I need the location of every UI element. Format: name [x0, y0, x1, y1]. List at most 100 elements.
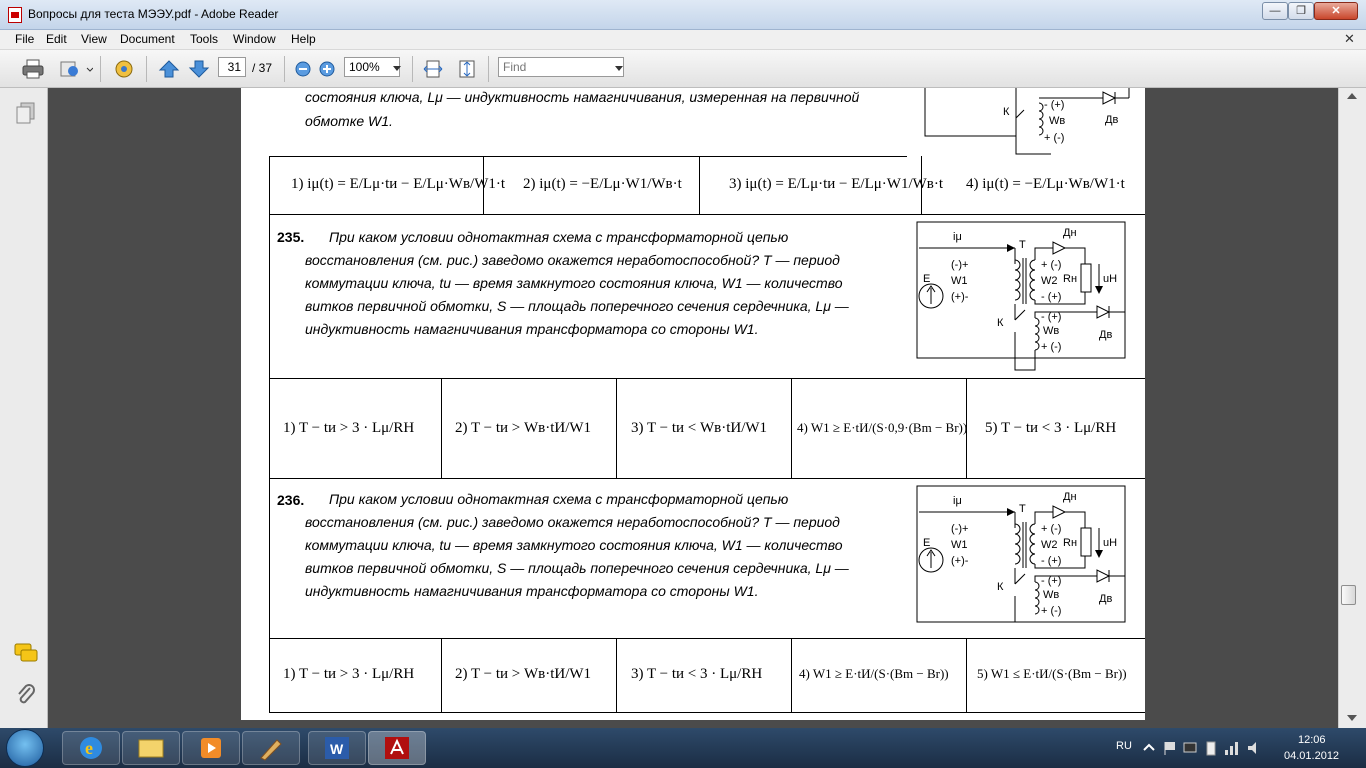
menu-view[interactable]: View: [81, 32, 107, 46]
tray-network-icon[interactable]: [1182, 740, 1198, 756]
q235-w2-label: W2: [1041, 275, 1058, 287]
q236-answer-4[interactable]: 4) W1 ≥ E·tИ/(S·(Bm − Br)): [799, 666, 949, 682]
q236-answer-2[interactable]: 2) T − tи > Wв·tИ/W1: [455, 666, 591, 683]
adobe-reader-icon: [8, 7, 22, 23]
vertical-scrollbar[interactable]: [1338, 88, 1366, 728]
q234-answer-1[interactable]: 1) iμ(t) = E/Lμ·tи − E/Lμ·Wв/W1·t: [291, 176, 505, 193]
svg-text:(+)-: (+)-: [951, 291, 969, 303]
navigation-sidebar: [0, 88, 48, 728]
menu-help[interactable]: Help: [291, 32, 316, 46]
menu-bar: File Edit View Document Tools Window Hel…: [0, 30, 1366, 50]
settings-icon[interactable]: [110, 58, 138, 80]
q235-answer-4[interactable]: 4) W1 ≥ E·tИ/(S·0,9·(Bm − Br)): [797, 420, 967, 436]
q235-answer-2[interactable]: 2) T − tи > Wв·tИ/W1: [455, 420, 591, 437]
fit-width-icon[interactable]: [420, 58, 446, 80]
taskbar-media-player-icon[interactable]: [182, 731, 240, 765]
start-button[interactable]: [6, 729, 44, 767]
menu-window[interactable]: Window: [233, 32, 276, 46]
svg-text:e: e: [85, 738, 93, 758]
svg-text:+ (-): + (-): [1041, 341, 1061, 353]
taskbar-adobe-reader-icon[interactable]: [368, 731, 426, 765]
svg-text:+ (-): + (-): [1044, 132, 1064, 144]
q236-number: 236.: [277, 492, 305, 508]
attachments-icon[interactable]: [16, 684, 36, 706]
scroll-down-arrow-icon[interactable]: [1347, 714, 1357, 722]
print-icon[interactable]: [20, 58, 46, 80]
pdf-page: состояния ключа, Lμ — индуктивность нама…: [241, 88, 1145, 720]
q235-text-line-4: витков первичной обмотки, S — площадь по…: [305, 298, 849, 314]
svg-text:- (+): - (+): [1041, 555, 1061, 567]
page-number-input[interactable]: 31: [218, 57, 246, 77]
svg-text:- (+): - (+): [1041, 575, 1061, 587]
q234-dv-label: Дв: [1105, 114, 1118, 126]
taskbar-word-icon[interactable]: W: [308, 731, 366, 765]
find-input[interactable]: Find: [498, 57, 624, 77]
q236-dv-label: Дв: [1099, 593, 1112, 605]
clock-date[interactable]: 04.01.2012: [1284, 750, 1339, 762]
q235-answer-1[interactable]: 1) T − tи > 3 · Lμ/RH: [283, 420, 414, 437]
scrollbar-thumb[interactable]: [1341, 585, 1356, 605]
zoom-out-icon[interactable]: [292, 58, 314, 80]
q236-answer-5[interactable]: 5) W1 ≤ E·tИ/(S·(Bm − Br)): [977, 666, 1127, 682]
tray-battery-icon[interactable]: [1204, 740, 1218, 756]
window-title: Вопросы для теста МЭЭУ.pdf - Adobe Reade…: [28, 7, 279, 21]
q236-t-label: T: [1019, 503, 1026, 515]
q235-answer-3[interactable]: 3) T − tи < Wв·tИ/W1: [631, 420, 767, 437]
menu-file[interactable]: File: [15, 32, 34, 46]
menu-document[interactable]: Document: [120, 32, 175, 46]
svg-text:- (+): - (+): [1041, 291, 1061, 303]
previous-page-icon[interactable]: [156, 58, 182, 80]
q236-key-label: К: [997, 581, 1004, 593]
q235-imu-label: iμ: [953, 231, 962, 243]
q236-w2-label: W2: [1041, 539, 1058, 551]
maximize-button[interactable]: ❐: [1288, 2, 1314, 20]
q236-text-line-4: витков первичной обмотки, S — площадь по…: [305, 560, 849, 576]
q235-w1-label: W1: [951, 275, 968, 287]
q234-text-line-2: обмотке W1.: [305, 113, 393, 129]
next-page-icon[interactable]: [186, 58, 212, 80]
menu-tools[interactable]: Tools: [190, 32, 218, 46]
q234-answer-4[interactable]: 4) iμ(t) = −E/Lμ·Wв/W1·t: [966, 176, 1125, 193]
q235-rn-label: Rн: [1063, 273, 1077, 285]
clock-time[interactable]: 12:06: [1298, 734, 1326, 746]
svg-text:(-)+: (-)+: [951, 259, 968, 271]
q236-text-line-1: При каком условии однотактная схема с тр…: [329, 491, 789, 507]
tray-chevron-icon[interactable]: [1142, 741, 1156, 755]
q234-answer-3[interactable]: 3) iμ(t) = E/Lμ·tи − E/Lμ·W1/Wв·t: [729, 176, 943, 193]
q235-text-line-1: При каком условии однотактная схема с тр…: [329, 229, 789, 245]
comments-icon[interactable]: [14, 642, 38, 664]
q234-answer-2[interactable]: 2) iμ(t) = −E/Lμ·W1/Wв·t: [523, 176, 682, 193]
taskbar-explorer-icon[interactable]: [122, 731, 180, 765]
taskbar-tool-icon[interactable]: [242, 731, 300, 765]
fit-page-icon[interactable]: [454, 58, 480, 80]
q235-key-label: К: [997, 317, 1004, 329]
find-dropdown-chevron-icon[interactable]: [612, 58, 626, 80]
scroll-up-arrow-icon[interactable]: [1347, 92, 1357, 100]
q236-e-label: E: [923, 537, 930, 549]
zoom-dropdown-chevron-icon[interactable]: [390, 58, 404, 80]
q236-rn-label: Rн: [1063, 537, 1077, 549]
pages-icon[interactable]: [16, 102, 36, 124]
q235-text-line-5: индуктивность намагничивания трансформат…: [305, 321, 759, 337]
q236-answer-1[interactable]: 1) T − tи > 3 · Lμ/RH: [283, 666, 414, 683]
tray-flag-icon[interactable]: [1162, 740, 1178, 756]
q235-uh-label: uH: [1103, 273, 1117, 285]
q236-answer-3[interactable]: 3) T − tи < 3 · Lμ/RH: [631, 666, 762, 683]
q236-text-line-3: коммутации ключа, tи — время замкнутого …: [305, 537, 843, 553]
q235-answer-5[interactable]: 5) T − tи < 3 · Lμ/RH: [985, 420, 1116, 437]
taskbar: e W RU 12:06 04.01.2012: [0, 728, 1366, 768]
share-icon[interactable]: [58, 58, 94, 80]
zoom-in-icon[interactable]: [316, 58, 338, 80]
minimize-button[interactable]: —: [1262, 2, 1288, 20]
taskbar-ie-icon[interactable]: e: [62, 731, 120, 765]
svg-text:W: W: [330, 741, 344, 757]
menu-edit[interactable]: Edit: [46, 32, 67, 46]
tray-volume-icon[interactable]: [1246, 740, 1262, 756]
q236-dn-label: Дн: [1063, 491, 1077, 503]
page-total: / 37: [252, 61, 273, 75]
q234-text-line-1: состояния ключа, Lμ — индуктивность нама…: [305, 89, 860, 105]
document-close-icon[interactable]: ✕: [1344, 31, 1355, 47]
language-indicator[interactable]: RU: [1116, 740, 1132, 752]
tray-signal-icon[interactable]: [1224, 740, 1240, 756]
close-button[interactable]: ✕: [1314, 2, 1358, 20]
